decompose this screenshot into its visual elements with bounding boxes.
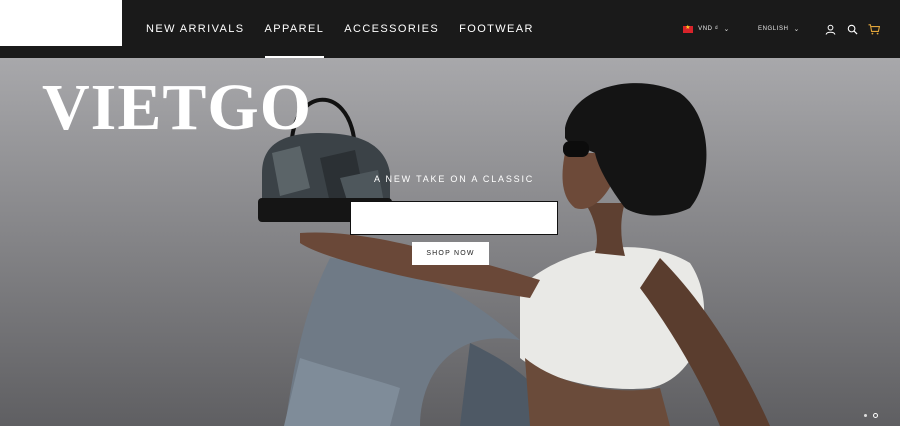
hero-banner: VIETGO A NEW TAKE ON A CLASSIC SHOP NOW bbox=[0, 58, 900, 426]
nav-accessories[interactable]: ACCESSORIES bbox=[344, 0, 439, 58]
nav-footwear[interactable]: FOOTWEAR bbox=[459, 0, 534, 58]
brand-logo-text: VIETGO bbox=[42, 71, 313, 144]
flag-vietnam-icon bbox=[683, 24, 694, 33]
hero-tagline: A NEW TAKE ON A CLASSIC bbox=[373, 174, 535, 184]
chevron-down-icon: ⌄ bbox=[793, 26, 800, 33]
slide-dot-1[interactable] bbox=[864, 414, 867, 417]
shop-now-button[interactable]: SHOP NOW bbox=[412, 242, 489, 265]
cart-icon[interactable] bbox=[868, 23, 880, 35]
slide-dot-2[interactable] bbox=[873, 413, 878, 418]
search-icon[interactable] bbox=[846, 23, 858, 35]
language-selector[interactable]: ENGLISH ⌄ bbox=[758, 25, 800, 33]
hero-input-box[interactable] bbox=[350, 201, 558, 235]
nav-apparel[interactable]: APPAREL bbox=[264, 0, 325, 58]
slider-dots bbox=[858, 413, 878, 418]
language-label: ENGLISH bbox=[757, 26, 789, 32]
nav-new-arrivals[interactable]: NEW ARRIVALS bbox=[146, 0, 245, 58]
main-nav: NEW ARRIVALS APPAREL ACCESSORIES FOOTWEA… bbox=[146, 0, 554, 58]
user-icon[interactable] bbox=[824, 23, 836, 35]
logo[interactable] bbox=[0, 0, 122, 46]
chevron-down-icon: ⌄ bbox=[723, 26, 730, 33]
currency-selector[interactable]: VND ₫ ⌄ bbox=[683, 24, 730, 33]
currency-label: VND ₫ bbox=[698, 26, 719, 32]
site-header: NEW ARRIVALS APPAREL ACCESSORIES FOOTWEA… bbox=[0, 0, 900, 58]
header-utilities: VND ₫ ⌄ ENGLISH ⌄ bbox=[683, 0, 880, 58]
